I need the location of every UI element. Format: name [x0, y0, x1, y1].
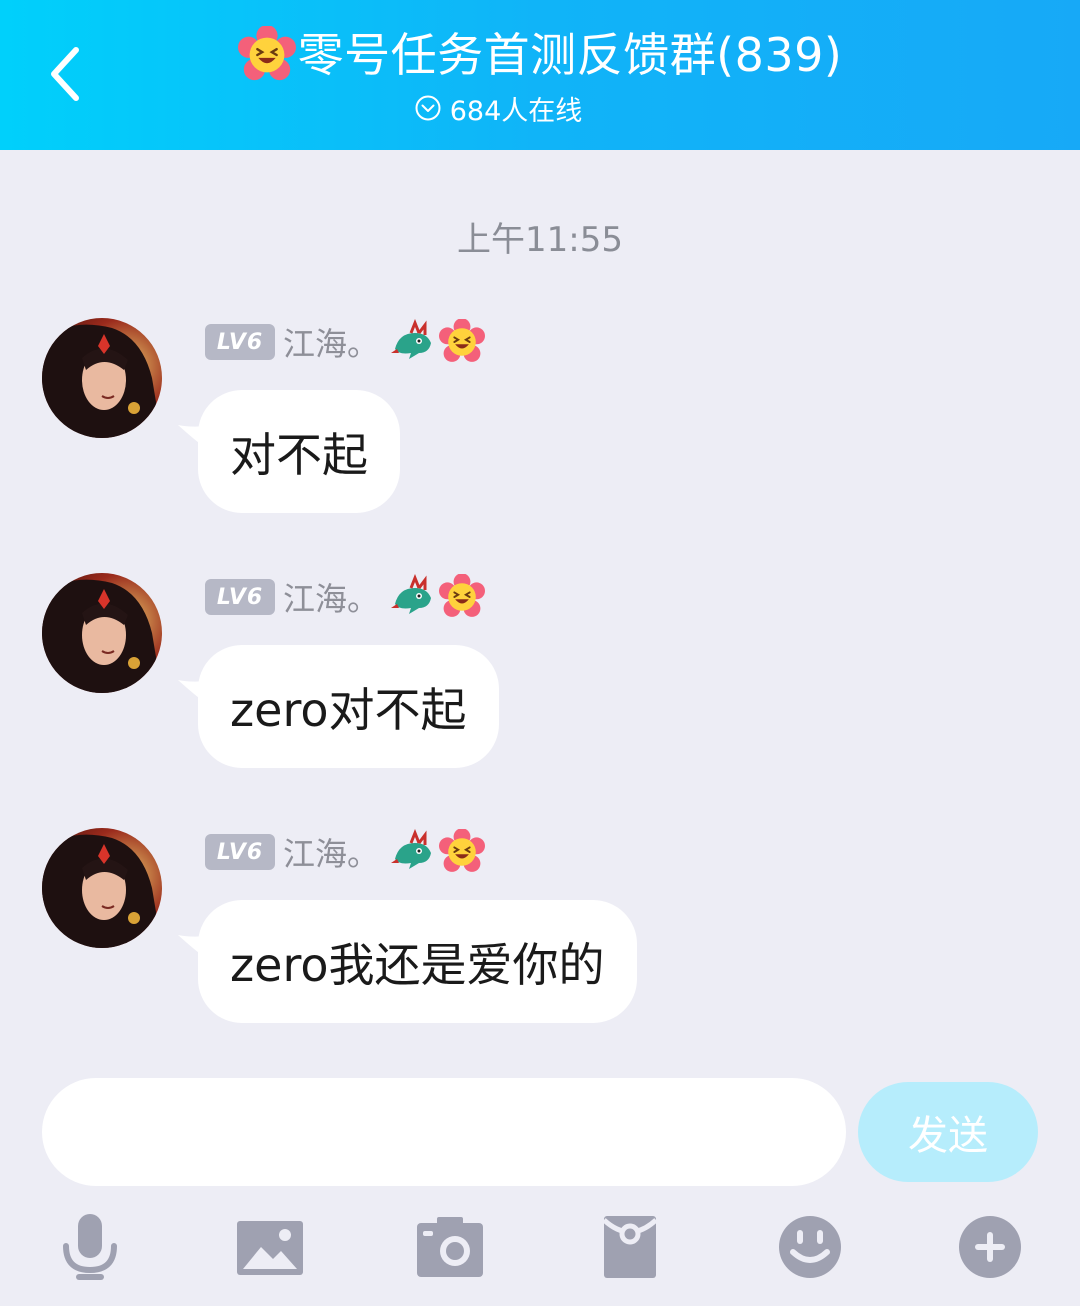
- message-input[interactable]: [42, 1078, 846, 1186]
- chevron-down-circle-icon: [415, 95, 441, 121]
- dragon-badge-icon: [391, 319, 432, 359]
- dragon-badge-icon: [391, 574, 432, 614]
- avatar[interactable]: [42, 828, 162, 948]
- sender-meta: LV6 江海。: [205, 319, 489, 365]
- laughing-flower-badge-icon: [439, 574, 486, 617]
- sender-meta: LV6 江海。: [205, 829, 489, 875]
- avatar[interactable]: [42, 318, 162, 438]
- level-badge: LV6: [205, 579, 275, 615]
- message-timestamp: 上午11:55: [457, 220, 623, 260]
- camera-button[interactable]: [414, 1212, 486, 1282]
- sender-nickname[interactable]: 江海。: [283, 574, 379, 620]
- chat-header: 零号任务首测反馈群(839) 684人在线: [0, 0, 1080, 150]
- online-count: 684人在线: [449, 95, 583, 127]
- dragon-badge-icon: [391, 829, 432, 869]
- red-packet-button[interactable]: [594, 1212, 666, 1282]
- send-button[interactable]: 发送: [858, 1082, 1038, 1182]
- avatar-image: [42, 828, 162, 948]
- camera-icon: [417, 1217, 483, 1277]
- sender-nickname[interactable]: 江海。: [283, 829, 379, 875]
- message-bubble[interactable]: 对不起: [198, 390, 400, 513]
- laughing-flower-icon: [237, 26, 296, 81]
- voice-button[interactable]: [54, 1212, 126, 1282]
- image-icon: [237, 1221, 303, 1275]
- laughing-flower-badge-icon: [439, 829, 486, 872]
- sender-nickname[interactable]: 江海。: [283, 319, 379, 365]
- laughing-flower-badge-icon: [439, 319, 486, 362]
- red-packet-icon: [602, 1216, 658, 1278]
- message-bubble[interactable]: zero我还是爱你的: [198, 900, 637, 1023]
- image-button[interactable]: [234, 1212, 306, 1282]
- avatar[interactable]: [42, 573, 162, 693]
- level-badge: LV6: [205, 324, 275, 360]
- avatar-image: [42, 318, 162, 438]
- message-bubble[interactable]: zero对不起: [198, 645, 499, 768]
- emoji-icon: [779, 1216, 841, 1278]
- level-badge: LV6: [205, 834, 275, 870]
- title-row[interactable]: 零号任务首测反馈群(839): [0, 22, 1080, 88]
- avatar-image: [42, 573, 162, 693]
- emoji-button[interactable]: [774, 1212, 846, 1282]
- plus-icon: [959, 1216, 1021, 1278]
- microphone-icon: [63, 1214, 117, 1280]
- more-button[interactable]: [954, 1212, 1026, 1282]
- group-title: 零号任务首测反馈群(839): [297, 28, 843, 82]
- online-status[interactable]: 684人在线: [0, 88, 1080, 128]
- sender-meta: LV6 江海。: [205, 574, 489, 620]
